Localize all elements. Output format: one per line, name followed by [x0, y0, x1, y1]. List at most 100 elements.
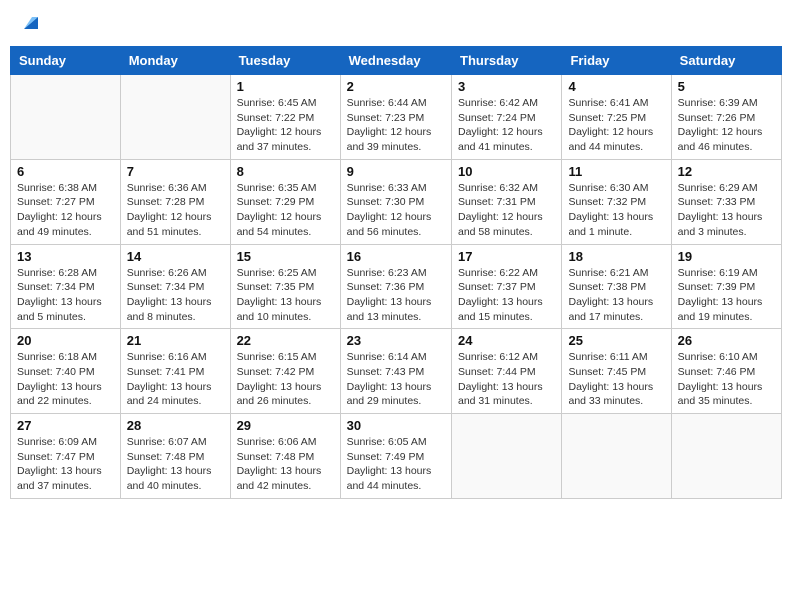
calendar-cell: 6 Sunrise: 6:38 AMSunset: 7:27 PMDaylight… — [11, 159, 121, 244]
calendar-cell: 16Sunrise: 6:23 AMSunset: 7:36 PMDayligh… — [340, 244, 451, 329]
day-number: 1 — [237, 79, 334, 94]
day-info: Sunrise: 6:39 AMSunset: 7:26 PMDaylight:… — [678, 96, 775, 155]
calendar-cell — [452, 414, 562, 499]
calendar-cell: 11Sunrise: 6:30 AMSunset: 7:32 PMDayligh… — [562, 159, 671, 244]
calendar-cell: 2 Sunrise: 6:44 AMSunset: 7:23 PMDaylight… — [340, 75, 451, 160]
calendar-cell: 15 Sunrise: 6:25 AMSunset: 7:35 PMDayligh… — [230, 244, 340, 329]
calendar-header-row: SundayMondayTuesdayWednesdayThursdayFrid… — [11, 47, 782, 75]
calendar-table: SundayMondayTuesdayWednesdayThursdayFrid… — [10, 46, 782, 499]
day-info: Sunrise: 6:06 AMSunset: 7:48 PMDaylight:… — [237, 435, 334, 494]
day-number: 17 — [458, 249, 555, 264]
day-number: 21 — [127, 333, 224, 348]
calendar-cell: 17 Sunrise: 6:22 AMSunset: 7:37 PMDayligh… — [452, 244, 562, 329]
logo — [20, 15, 40, 31]
day-number: 10 — [458, 164, 555, 179]
calendar-header-wednesday: Wednesday — [340, 47, 451, 75]
calendar-cell: 13 Sunrise: 6:28 AMSunset: 7:34 PMDayligh… — [11, 244, 121, 329]
calendar-cell — [671, 414, 781, 499]
day-number: 27 — [17, 418, 114, 433]
day-info: Sunrise: 6:30 AMSunset: 7:32 PMDaylight:… — [568, 181, 664, 240]
day-info: Sunrise: 6:26 AMSunset: 7:34 PMDaylight:… — [127, 266, 224, 325]
day-info: Sunrise: 6:36 AMSunset: 7:28 PMDaylight:… — [127, 181, 224, 240]
day-info: Sunrise: 6:42 AMSunset: 7:24 PMDaylight:… — [458, 96, 555, 155]
day-number: 25 — [568, 333, 664, 348]
calendar-cell: 25 Sunrise: 6:11 AMSunset: 7:45 PMDayligh… — [562, 329, 671, 414]
calendar-cell: 10 Sunrise: 6:32 AMSunset: 7:31 PMDayligh… — [452, 159, 562, 244]
calendar-cell: 29 Sunrise: 6:06 AMSunset: 7:48 PMDayligh… — [230, 414, 340, 499]
day-info: Sunrise: 6:25 AMSunset: 7:35 PMDaylight:… — [237, 266, 334, 325]
day-number: 19 — [678, 249, 775, 264]
calendar-cell: 19 Sunrise: 6:19 AMSunset: 7:39 PMDayligh… — [671, 244, 781, 329]
day-info: Sunrise: 6:38 AMSunset: 7:27 PMDaylight:… — [17, 181, 114, 240]
page-header — [10, 10, 782, 36]
day-info: Sunrise: 6:23 AMSunset: 7:36 PMDaylight:… — [347, 266, 445, 325]
calendar-cell — [120, 75, 230, 160]
calendar-cell: 23 Sunrise: 6:14 AMSunset: 7:43 PMDayligh… — [340, 329, 451, 414]
day-number: 13 — [17, 249, 114, 264]
calendar-header-sunday: Sunday — [11, 47, 121, 75]
day-number: 5 — [678, 79, 775, 94]
day-number: 14 — [127, 249, 224, 264]
calendar-cell: 30 Sunrise: 6:05 AMSunset: 7:49 PMDayligh… — [340, 414, 451, 499]
calendar-cell: 1 Sunrise: 6:45 AMSunset: 7:22 PMDaylight… — [230, 75, 340, 160]
day-number: 24 — [458, 333, 555, 348]
day-info: Sunrise: 6:12 AMSunset: 7:44 PMDaylight:… — [458, 350, 555, 409]
calendar-cell — [11, 75, 121, 160]
day-number: 3 — [458, 79, 555, 94]
calendar-week-row: 27Sunrise: 6:09 AMSunset: 7:47 PMDayligh… — [11, 414, 782, 499]
day-info: Sunrise: 6:15 AMSunset: 7:42 PMDaylight:… — [237, 350, 334, 409]
day-info: Sunrise: 6:07 AMSunset: 7:48 PMDaylight:… — [127, 435, 224, 494]
day-number: 4 — [568, 79, 664, 94]
day-info: Sunrise: 6:28 AMSunset: 7:34 PMDaylight:… — [17, 266, 114, 325]
calendar-cell: 28 Sunrise: 6:07 AMSunset: 7:48 PMDayligh… — [120, 414, 230, 499]
day-info: Sunrise: 6:18 AMSunset: 7:40 PMDaylight:… — [17, 350, 114, 409]
day-info: Sunrise: 6:14 AMSunset: 7:43 PMDaylight:… — [347, 350, 445, 409]
day-number: 6 — [17, 164, 114, 179]
day-number: 7 — [127, 164, 224, 179]
day-number: 29 — [237, 418, 334, 433]
day-number: 2 — [347, 79, 445, 94]
day-info: Sunrise: 6:35 AMSunset: 7:29 PMDaylight:… — [237, 181, 334, 240]
day-info: Sunrise: 6:21 AMSunset: 7:38 PMDaylight:… — [568, 266, 664, 325]
calendar-week-row: 6 Sunrise: 6:38 AMSunset: 7:27 PMDaylight… — [11, 159, 782, 244]
day-info: Sunrise: 6:05 AMSunset: 7:49 PMDaylight:… — [347, 435, 445, 494]
day-number: 15 — [237, 249, 334, 264]
day-number: 23 — [347, 333, 445, 348]
day-number: 8 — [237, 164, 334, 179]
day-info: Sunrise: 6:11 AMSunset: 7:45 PMDaylight:… — [568, 350, 664, 409]
calendar-week-row: 20 Sunrise: 6:18 AMSunset: 7:40 PMDayligh… — [11, 329, 782, 414]
day-info: Sunrise: 6:29 AMSunset: 7:33 PMDaylight:… — [678, 181, 775, 240]
calendar-header-friday: Friday — [562, 47, 671, 75]
day-info: Sunrise: 6:32 AMSunset: 7:31 PMDaylight:… — [458, 181, 555, 240]
calendar-header-thursday: Thursday — [452, 47, 562, 75]
day-info: Sunrise: 6:19 AMSunset: 7:39 PMDaylight:… — [678, 266, 775, 325]
calendar-cell: 22 Sunrise: 6:15 AMSunset: 7:42 PMDayligh… — [230, 329, 340, 414]
calendar-cell: 7 Sunrise: 6:36 AMSunset: 7:28 PMDaylight… — [120, 159, 230, 244]
day-number: 30 — [347, 418, 445, 433]
day-info: Sunrise: 6:41 AMSunset: 7:25 PMDaylight:… — [568, 96, 664, 155]
calendar-cell: 5 Sunrise: 6:39 AMSunset: 7:26 PMDaylight… — [671, 75, 781, 160]
day-info: Sunrise: 6:16 AMSunset: 7:41 PMDaylight:… — [127, 350, 224, 409]
calendar-cell: 3 Sunrise: 6:42 AMSunset: 7:24 PMDaylight… — [452, 75, 562, 160]
logo-icon — [22, 13, 40, 31]
day-info: Sunrise: 6:22 AMSunset: 7:37 PMDaylight:… — [458, 266, 555, 325]
calendar-week-row: 1 Sunrise: 6:45 AMSunset: 7:22 PMDaylight… — [11, 75, 782, 160]
calendar-cell: 27Sunrise: 6:09 AMSunset: 7:47 PMDayligh… — [11, 414, 121, 499]
calendar-cell: 20 Sunrise: 6:18 AMSunset: 7:40 PMDayligh… — [11, 329, 121, 414]
calendar-cell: 12 Sunrise: 6:29 AMSunset: 7:33 PMDayligh… — [671, 159, 781, 244]
calendar-header-monday: Monday — [120, 47, 230, 75]
day-number: 18 — [568, 249, 664, 264]
day-number: 28 — [127, 418, 224, 433]
day-info: Sunrise: 6:44 AMSunset: 7:23 PMDaylight:… — [347, 96, 445, 155]
calendar-header-saturday: Saturday — [671, 47, 781, 75]
day-number: 26 — [678, 333, 775, 348]
calendar-week-row: 13 Sunrise: 6:28 AMSunset: 7:34 PMDayligh… — [11, 244, 782, 329]
day-number: 22 — [237, 333, 334, 348]
day-info: Sunrise: 6:33 AMSunset: 7:30 PMDaylight:… — [347, 181, 445, 240]
calendar-cell: 26Sunrise: 6:10 AMSunset: 7:46 PMDayligh… — [671, 329, 781, 414]
day-number: 20 — [17, 333, 114, 348]
day-number: 9 — [347, 164, 445, 179]
day-info: Sunrise: 6:45 AMSunset: 7:22 PMDaylight:… — [237, 96, 334, 155]
calendar-cell: 18 Sunrise: 6:21 AMSunset: 7:38 PMDayligh… — [562, 244, 671, 329]
day-number: 12 — [678, 164, 775, 179]
